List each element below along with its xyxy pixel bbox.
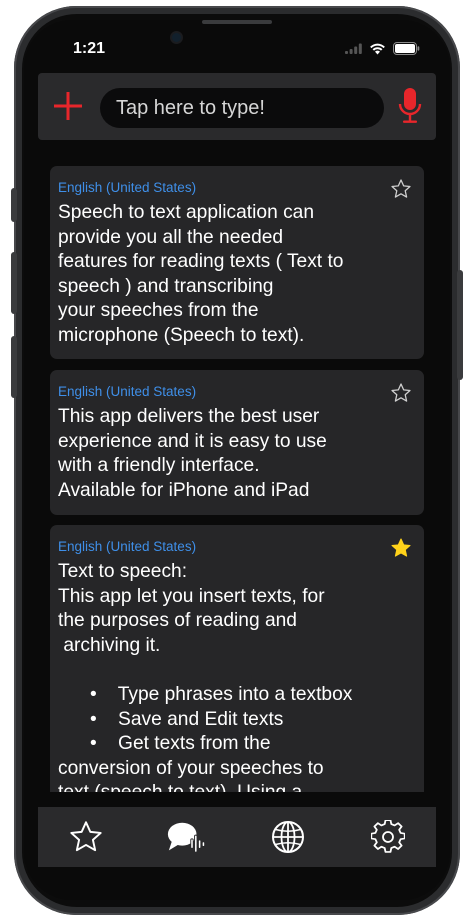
speech-bubble-icon bbox=[167, 822, 206, 853]
star-filled-icon bbox=[391, 538, 411, 557]
gear-icon bbox=[371, 820, 405, 853]
star-outline-icon bbox=[391, 179, 411, 198]
card-language: English (United States) bbox=[58, 384, 197, 399]
card-text: Text to speech: This app let you insert … bbox=[58, 561, 353, 792]
tab-bar bbox=[38, 807, 436, 867]
side-button-volume-down bbox=[11, 336, 17, 398]
favorite-button[interactable] bbox=[390, 178, 412, 200]
list-item[interactable]: English (United States) Speech to text a… bbox=[50, 166, 424, 359]
screen: 1:21 Tap here to type! English (United S… bbox=[24, 20, 450, 900]
list-item[interactable]: English (United States) Text to speech: … bbox=[50, 525, 424, 792]
card-language: English (United States) bbox=[58, 539, 197, 554]
side-button-mute bbox=[11, 188, 17, 222]
tab-settings[interactable] bbox=[368, 817, 408, 857]
star-icon bbox=[70, 821, 102, 852]
card-language: English (United States) bbox=[58, 180, 197, 195]
favorite-button[interactable] bbox=[390, 537, 412, 559]
favorite-button[interactable] bbox=[390, 382, 412, 404]
tab-favorites[interactable] bbox=[66, 817, 106, 857]
tab-languages[interactable] bbox=[268, 817, 308, 857]
list-item[interactable]: English (United States) This app deliver… bbox=[50, 370, 424, 515]
text-list[interactable]: English (United States) Speech to text a… bbox=[24, 20, 450, 792]
globe-icon bbox=[272, 821, 304, 853]
side-button-power bbox=[457, 270, 463, 380]
tab-speech[interactable] bbox=[166, 817, 206, 857]
star-outline-icon bbox=[391, 383, 411, 402]
card-text: This app delivers the best user experien… bbox=[58, 406, 327, 501]
card-text: Speech to text application can provide y… bbox=[58, 202, 344, 346]
side-button-volume-up bbox=[11, 252, 17, 314]
